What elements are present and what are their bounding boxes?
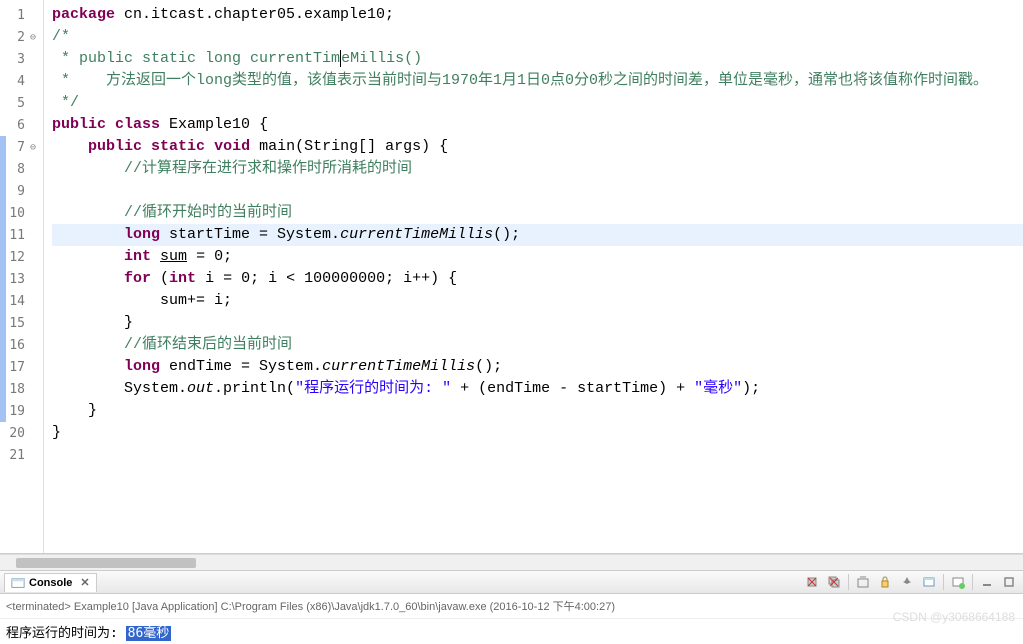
- gutter-line: 8: [0, 158, 43, 180]
- console-icon: [11, 576, 25, 590]
- code-content[interactable]: package cn.itcast.chapter05.example10;/*…: [44, 0, 1023, 553]
- pin-console-button[interactable]: [897, 573, 917, 591]
- gutter-line: 16: [0, 334, 43, 356]
- gutter-line: 17: [0, 356, 43, 378]
- code-line[interactable]: package cn.itcast.chapter05.example10;: [52, 4, 1023, 26]
- gutter-line: 19: [0, 400, 43, 422]
- code-line[interactable]: }: [52, 312, 1023, 334]
- code-line[interactable]: long startTime = System.currentTimeMilli…: [52, 224, 1023, 246]
- gutter-line: 14: [0, 290, 43, 312]
- horizontal-scrollbar[interactable]: [0, 554, 1023, 570]
- clear-console-button[interactable]: [853, 573, 873, 591]
- code-line[interactable]: //循环开始时的当前时间: [52, 202, 1023, 224]
- gutter-line: 7⊖: [0, 136, 43, 158]
- gutter-line: 20: [0, 422, 43, 444]
- code-line[interactable]: sum+= i;: [52, 290, 1023, 312]
- remove-all-button[interactable]: [824, 573, 844, 591]
- code-line[interactable]: [52, 444, 1023, 466]
- minimize-button[interactable]: [977, 573, 997, 591]
- gutter-line: 2⊖: [0, 26, 43, 48]
- gutter-line: 11: [0, 224, 43, 246]
- scrollbar-thumb[interactable]: [16, 558, 196, 568]
- console-status: <terminated> Example10 [Java Application…: [0, 594, 1023, 619]
- code-line[interactable]: }: [52, 422, 1023, 444]
- code-editor[interactable]: 12⊖34567⊖89101112131415161718192021 pack…: [0, 0, 1023, 554]
- maximize-button[interactable]: [999, 573, 1019, 591]
- line-gutter: 12⊖34567⊖89101112131415161718192021: [0, 0, 44, 553]
- code-line[interactable]: int sum = 0;: [52, 246, 1023, 268]
- gutter-line: 13: [0, 268, 43, 290]
- code-line[interactable]: /*: [52, 26, 1023, 48]
- display-selected-button[interactable]: [919, 573, 939, 591]
- code-line[interactable]: //循环结束后的当前时间: [52, 334, 1023, 356]
- scroll-lock-button[interactable]: [875, 573, 895, 591]
- gutter-line: 6: [0, 114, 43, 136]
- code-line[interactable]: for (int i = 0; i < 100000000; i++) {: [52, 268, 1023, 290]
- code-line[interactable]: */: [52, 92, 1023, 114]
- code-line[interactable]: public static void main(String[] args) {: [52, 136, 1023, 158]
- gutter-line: 18: [0, 378, 43, 400]
- gutter-line: 1: [0, 4, 43, 26]
- gutter-line: 12: [0, 246, 43, 268]
- code-line[interactable]: * 方法返回一个long类型的值，该值表示当前时间与1970年1月1日0点0分0…: [52, 70, 1023, 92]
- code-line[interactable]: }: [52, 400, 1023, 422]
- open-console-button[interactable]: [948, 573, 968, 591]
- code-line[interactable]: [52, 180, 1023, 202]
- gutter-line: 5: [0, 92, 43, 114]
- close-icon[interactable]: ✕: [80, 576, 89, 589]
- console-tab[interactable]: Console ✕: [4, 573, 97, 592]
- code-line[interactable]: public class Example10 {: [52, 114, 1023, 136]
- output-text: 程序运行的时间为:: [6, 626, 126, 641]
- code-line[interactable]: * public static long currentTimeMillis(): [52, 48, 1023, 70]
- gutter-line: 3: [0, 48, 43, 70]
- output-value: 86毫秒: [126, 626, 172, 641]
- gutter-line: 21: [0, 444, 43, 466]
- console-tab-label: Console: [29, 577, 72, 589]
- gutter-line: 15: [0, 312, 43, 334]
- method-marker: [0, 136, 6, 422]
- code-line[interactable]: //计算程序在进行求和操作时所消耗的时间: [52, 158, 1023, 180]
- gutter-line: 4: [0, 70, 43, 92]
- code-line[interactable]: long endTime = System.currentTimeMillis(…: [52, 356, 1023, 378]
- code-line[interactable]: System.out.println("程序运行的时间为: " + (endTi…: [52, 378, 1023, 400]
- console-output[interactable]: 程序运行的时间为: 86毫秒: [0, 619, 1023, 644]
- gutter-line: 10: [0, 202, 43, 224]
- console-toolbar: [802, 573, 1019, 591]
- gutter-line: 9: [0, 180, 43, 202]
- console-header: Console ✕: [0, 570, 1023, 594]
- remove-launch-button[interactable]: [802, 573, 822, 591]
